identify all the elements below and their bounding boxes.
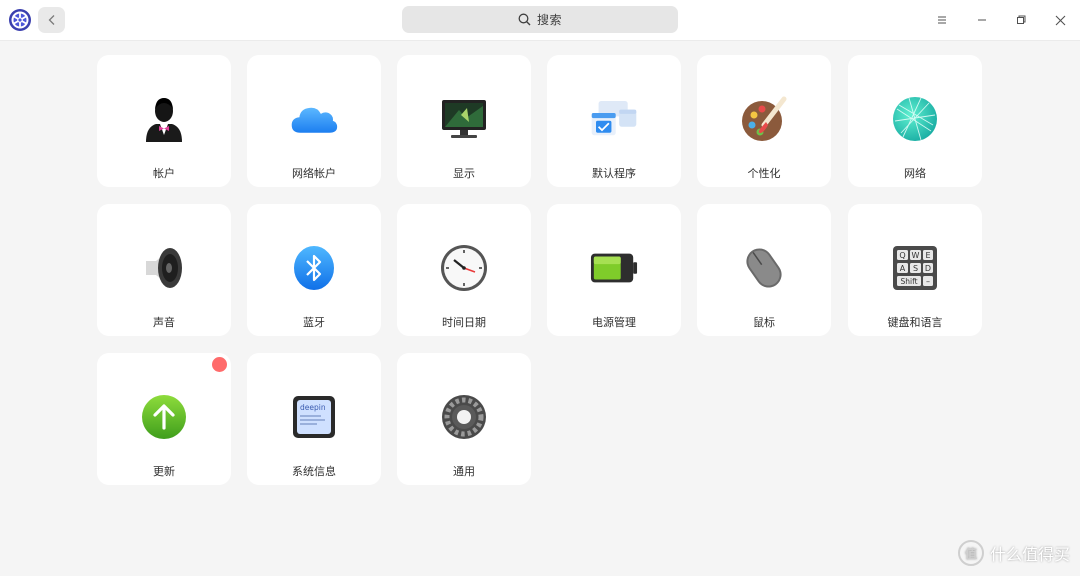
tile-display[interactable]: 显示 xyxy=(397,55,531,187)
key-label: – xyxy=(926,277,930,286)
tile-label: 默认程序 xyxy=(592,167,636,180)
monitor-icon xyxy=(440,95,488,143)
key-label: Shift xyxy=(900,277,917,286)
app-logo-icon xyxy=(8,8,32,32)
restore-icon xyxy=(1017,15,1026,24)
tile-label: 键盘和语言 xyxy=(887,316,943,329)
battery-icon xyxy=(590,244,638,292)
back-button[interactable] xyxy=(38,7,65,33)
tile-label: 蓝牙 xyxy=(303,316,325,329)
clock-icon xyxy=(440,244,488,292)
hamburger-menu-icon xyxy=(938,16,946,24)
close-button[interactable] xyxy=(1050,10,1070,30)
default-apps-icon xyxy=(590,95,638,143)
close-icon xyxy=(1055,15,1065,25)
tile-sound[interactable]: 声音 xyxy=(97,204,231,336)
tile-label: 显示 xyxy=(453,167,475,180)
search-placeholder: 搜索 xyxy=(536,13,562,27)
search-icon xyxy=(518,13,531,26)
watermark-logo-icon: 值 xyxy=(957,540,984,566)
tile-update[interactable]: 更新 xyxy=(97,353,231,485)
watermark: 值 什么值得买 xyxy=(957,540,1070,566)
palette-icon xyxy=(740,95,788,143)
tile-label: 声音 xyxy=(153,316,175,329)
tile-label: 网络帐户 xyxy=(292,167,336,180)
key-label: A xyxy=(900,264,906,273)
tile-label: 鼠标 xyxy=(753,316,775,329)
accounts-icon xyxy=(140,95,188,143)
tile-general[interactable]: 通用 xyxy=(397,353,531,485)
key-label: Q xyxy=(899,251,905,260)
watermark-text: 什么值得买 xyxy=(989,545,1070,564)
tile-power[interactable]: 电源管理 xyxy=(547,204,681,336)
tile-label: 电源管理 xyxy=(592,316,636,329)
tile-system-info[interactable]: deepin 系统信息 xyxy=(247,353,381,485)
tile-label: 更新 xyxy=(153,465,175,478)
tile-personalization[interactable]: 个性化 xyxy=(697,55,831,187)
tile-label: 网络 xyxy=(904,167,926,180)
tile-mouse[interactable]: 鼠标 xyxy=(697,204,831,336)
tile-label: 帐户 xyxy=(153,167,175,180)
tile-label: 时间日期 xyxy=(442,316,486,329)
update-arrow-icon xyxy=(140,393,188,441)
key-label: W xyxy=(912,251,920,260)
sysinfo-brand-text: deepin xyxy=(300,403,326,412)
tile-network[interactable]: 网络 xyxy=(848,55,982,187)
mouse-icon xyxy=(740,244,788,292)
title-bar: 搜索 xyxy=(0,0,1080,41)
tile-accounts[interactable]: 帐户 xyxy=(97,55,231,187)
update-badge xyxy=(212,357,227,372)
tile-label: 通用 xyxy=(453,465,475,478)
tile-network-accounts[interactable]: 网络帐户 xyxy=(247,55,381,187)
speaker-icon xyxy=(140,244,188,292)
keyboard-icon: Q W E A S D Shift – xyxy=(891,244,939,292)
tile-default-apps[interactable]: 默认程序 xyxy=(547,55,681,187)
search-box[interactable]: 搜索 xyxy=(402,6,678,33)
bluetooth-icon xyxy=(290,244,338,292)
tile-keyboard[interactable]: Q W E A S D Shift – 键盘和语言 xyxy=(848,204,982,336)
cloud-icon xyxy=(290,95,338,143)
tile-datetime[interactable]: 时间日期 xyxy=(397,204,531,336)
tile-label: 系统信息 xyxy=(292,465,336,478)
minimize-icon xyxy=(978,19,986,21)
key-label: D xyxy=(925,264,931,273)
menu-button[interactable] xyxy=(932,10,952,30)
minimize-button[interactable] xyxy=(972,10,992,30)
chevron-left-icon xyxy=(48,15,54,25)
restore-button[interactable] xyxy=(1011,10,1031,30)
key-label: E xyxy=(925,251,930,260)
system-info-icon: deepin xyxy=(290,393,338,441)
tile-label: 个性化 xyxy=(747,167,781,180)
tile-bluetooth[interactable]: 蓝牙 xyxy=(247,204,381,336)
gear-icon xyxy=(440,393,488,441)
key-label: S xyxy=(913,264,918,273)
network-globe-icon xyxy=(891,95,939,143)
